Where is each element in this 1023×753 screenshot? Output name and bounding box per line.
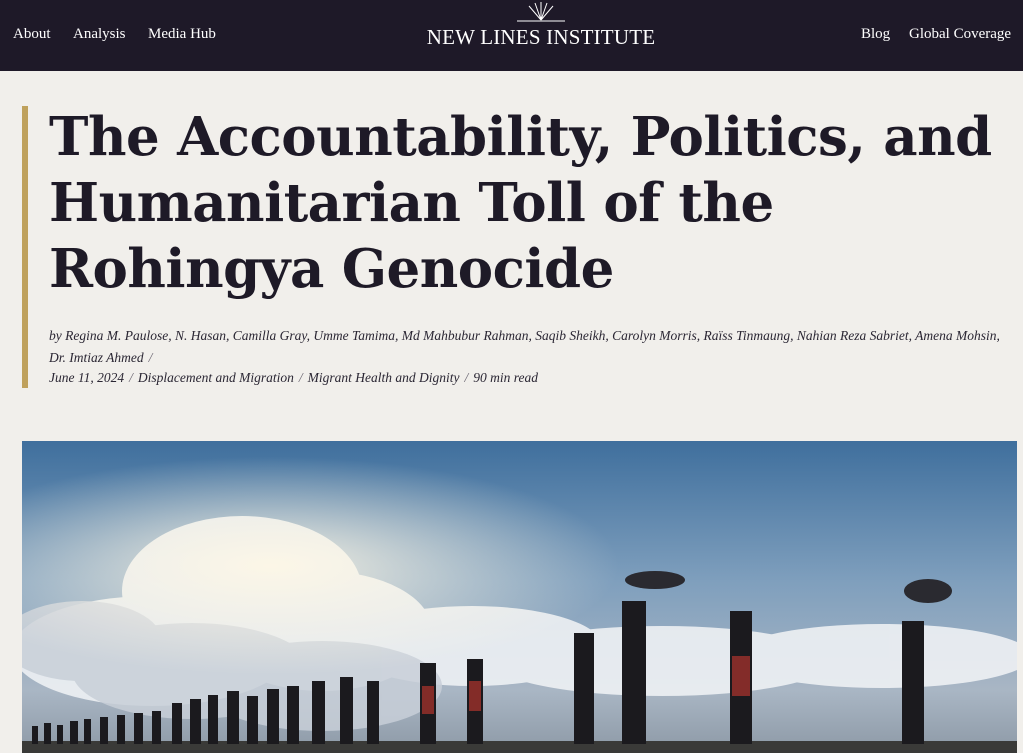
article-title: The Accountability, Politics, and Humani… xyxy=(49,106,992,300)
article-meta: June 11, 2024 / Displacement and Migration… xyxy=(49,367,1004,389)
nav-global-coverage[interactable]: Global Coverage xyxy=(909,26,1011,43)
hero-photo-refugees-walking xyxy=(22,441,1017,753)
publish-date: June 11, 2024 xyxy=(49,370,125,385)
title-accent-rule xyxy=(22,106,28,388)
nav-blog[interactable]: Blog xyxy=(861,26,890,43)
meta-separator: / xyxy=(464,370,469,385)
article-byline: by Regina M. Paulose, N. Hasan, Camilla … xyxy=(49,325,1004,369)
byline-separator: / xyxy=(148,350,153,365)
site-logo[interactable]: NEW LINES INSTITUTE xyxy=(410,0,672,71)
meta-separator: / xyxy=(129,370,133,385)
hero-image xyxy=(22,441,1017,753)
carried-basket-icon xyxy=(625,571,685,589)
carried-bag-icon xyxy=(904,579,952,603)
nav-about[interactable]: About xyxy=(13,26,51,43)
topic-link-migrant-health[interactable]: Migrant Health and Dignity xyxy=(308,370,460,385)
site-header: About Analysis Media Hub NEW LINES INSTI… xyxy=(0,0,1023,71)
logo-wordmark: NEW LINES INSTITUTE xyxy=(426,25,656,49)
nav-analysis[interactable]: Analysis xyxy=(73,26,126,43)
nav-media-hub[interactable]: Media Hub xyxy=(148,26,216,43)
meta-separator: / xyxy=(298,370,303,385)
author-list: by Regina M. Paulose, N. Hasan, Camilla … xyxy=(49,328,1000,365)
read-time: 90 min read xyxy=(473,370,539,385)
logo-starburst-icon xyxy=(517,2,565,22)
topic-link-displacement[interactable]: Displacement and Migration xyxy=(138,370,294,385)
